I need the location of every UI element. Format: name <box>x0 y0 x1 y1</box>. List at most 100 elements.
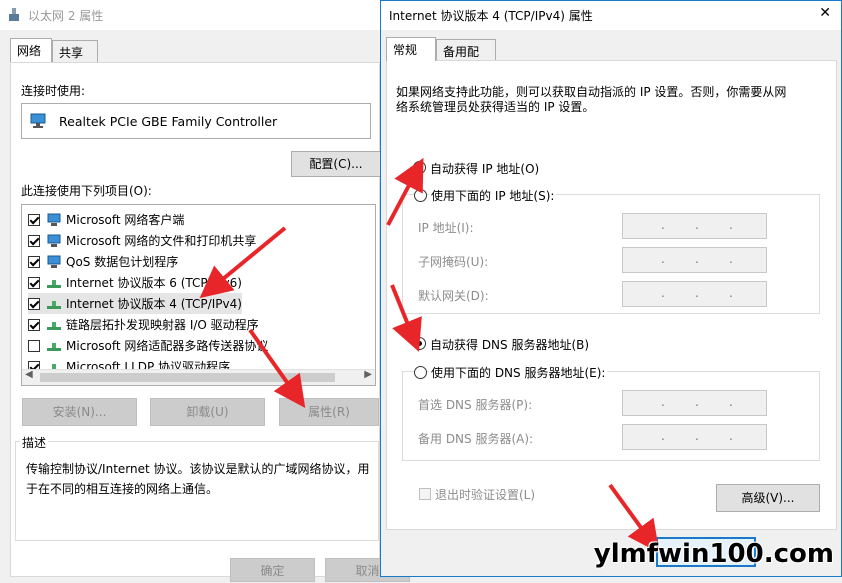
item-checkbox[interactable] <box>28 234 40 247</box>
close-icon[interactable]: ✕ <box>819 5 831 21</box>
network-adapter-icon <box>9 8 19 21</box>
manual-dns-label[interactable]: 使用下面的 DNS 服务器地址(E): <box>429 364 608 381</box>
ipv4-properties-dialog: Internet 协议版本 4 (TCP/IPv4) 属性 ✕ 常规 备用配置 … <box>380 0 842 577</box>
list-item[interactable]: Microsoft 网络的文件和打印机共享 <box>28 230 256 251</box>
ip-separator: . <box>661 395 665 409</box>
horizontal-scrollbar[interactable]: ◀ ▶ <box>22 369 375 385</box>
ip-address-field[interactable]: ... <box>622 213 767 239</box>
item-label: Microsoft 网络客户端 <box>66 213 185 227</box>
qos-icon <box>47 255 61 268</box>
item-checkbox[interactable] <box>28 318 40 331</box>
ip-separator: . <box>695 286 699 300</box>
subnet-mask-label: 子网掩码(U): <box>418 255 489 269</box>
uninstall-button[interactable]: 卸载(U) <box>150 398 265 426</box>
connect-using-label: 连接时使用: <box>21 84 86 98</box>
ip-separator: . <box>661 429 665 443</box>
back-panel: 连接时使用: Realtek PCIe GBE Family Controlle… <box>10 62 381 577</box>
default-gateway-label: 默认网关(D): <box>418 289 489 303</box>
ip-separator: . <box>695 395 699 409</box>
scroll-thumb[interactable] <box>40 373 335 382</box>
scroll-left-icon[interactable]: ◀ <box>25 369 33 380</box>
description-text-line-2: 于在不同的相互连接的网络上通信。 <box>26 482 219 496</box>
ip-separator: . <box>729 429 733 443</box>
auto-dns-radio[interactable] <box>413 337 426 350</box>
item-checkbox[interactable] <box>28 339 40 352</box>
ip-separator: . <box>695 218 699 232</box>
item-label: 链路层拓扑发现映射器 I/O 驱动程序 <box>66 318 259 332</box>
manual-dns-group: 使用下面的 DNS 服务器地址(E): 首选 DNS 服务器(P): ... 备… <box>402 364 820 461</box>
properties-button[interactable]: 属性(R) <box>279 398 379 426</box>
scroll-right-icon[interactable]: ▶ <box>364 369 372 380</box>
list-item[interactable]: 链路层拓扑发现映射器 I/O 驱动程序 <box>28 314 259 335</box>
tab-network[interactable]: 网络 <box>10 38 52 62</box>
item-label: Microsoft 网络适配器多路传送器协议 <box>66 339 269 353</box>
adapter-field: Realtek PCIe GBE Family Controller <box>21 103 371 139</box>
ip-separator: . <box>729 218 733 232</box>
item-checkbox[interactable] <box>28 213 40 226</box>
validate-on-exit-checkbox[interactable] <box>419 488 431 500</box>
auto-dns-label[interactable]: 自动获得 DNS 服务器地址(B) <box>430 336 589 353</box>
item-label: Microsoft 网络的文件和打印机共享 <box>66 234 257 248</box>
front-titlebar: Internet 协议版本 4 (TCP/IPv4) 属性 ✕ <box>381 1 841 30</box>
watermark: ylmfwin100.com <box>593 539 834 569</box>
item-label: Internet 协议版本 6 (TCP/IPv6) <box>66 276 242 290</box>
manual-dns-radio[interactable] <box>414 366 427 379</box>
general-panel: 如果网络支持此功能，则可以获取自动指派的 IP 设置。否则，你需要从网 络系统管… <box>386 60 837 530</box>
protocol-icon <box>47 300 61 309</box>
file-share-icon <box>47 234 61 247</box>
ip-separator: . <box>661 286 665 300</box>
description-label: 描述 <box>20 434 49 451</box>
item-checkbox[interactable] <box>28 276 40 289</box>
front-dialog-title: Internet 协议版本 4 (TCP/IPv4) 属性 <box>389 9 593 23</box>
ip-separator: . <box>695 252 699 266</box>
tab-general[interactable]: 常规 <box>386 37 436 61</box>
ip-separator: . <box>729 286 733 300</box>
install-button[interactable]: 安装(N)... <box>22 398 137 426</box>
item-label: QoS 数据包计划程序 <box>66 255 179 269</box>
items-list[interactable]: Microsoft 网络客户端 Microsoft 网络的文件和打印机共享 QoS … <box>21 204 376 386</box>
protocol-icon <box>47 279 61 288</box>
intro-line-2: 络系统管理员处获得适当的 IP 设置。 <box>396 100 595 114</box>
tab-sharing[interactable]: 共享 <box>52 40 98 62</box>
ip-separator: . <box>729 395 733 409</box>
auto-ip-label[interactable]: 自动获得 IP 地址(O) <box>430 160 539 177</box>
ip-separator: . <box>661 252 665 266</box>
description-group: 描述 传输控制协议/Internet 协议。该协议是默认的广域网络协议，用 于在… <box>15 434 379 541</box>
item-label: Internet 协议版本 4 (TCP/IPv4) <box>66 297 242 311</box>
ip-separator: . <box>729 252 733 266</box>
adapter-name: Realtek PCIe GBE Family Controller <box>59 114 278 129</box>
ip-separator: . <box>695 429 699 443</box>
auto-ip-radio[interactable] <box>413 161 426 174</box>
alternate-dns-field[interactable]: ... <box>622 424 767 450</box>
advanced-button[interactable]: 高级(V)... <box>716 484 820 512</box>
list-item[interactable]: Internet 协议版本 6 (TCP/IPv6) <box>28 272 242 293</box>
manual-ip-group: 使用下面的 IP 地址(S): IP 地址(I): ... 子网掩码(U): .… <box>402 187 820 314</box>
tab-alternate-config[interactable]: 备用配置 <box>436 39 496 76</box>
network-client-icon <box>47 213 61 226</box>
subnet-mask-field[interactable]: ... <box>622 247 767 273</box>
ip-address-label: IP 地址(I): <box>418 221 474 235</box>
preferred-dns-label: 首选 DNS 服务器(P): <box>418 398 533 412</box>
list-item[interactable]: Internet 协议版本 4 (TCP/IPv4) <box>28 293 242 314</box>
configure-button[interactable]: 配置(C)... <box>291 151 381 177</box>
preferred-dns-field[interactable]: ... <box>622 390 767 416</box>
ip-separator: . <box>661 218 665 232</box>
back-dialog-title: 以太网 2 属性 <box>28 9 104 23</box>
back-titlebar: 以太网 2 属性 <box>0 0 385 30</box>
description-text-line-1: 传输控制协议/Internet 协议。该协议是默认的广域网络协议，用 <box>26 462 370 476</box>
item-checkbox[interactable] <box>28 255 40 268</box>
validate-on-exit-label[interactable]: 退出时验证设置(L) <box>435 486 535 503</box>
manual-ip-label[interactable]: 使用下面的 IP 地址(S): <box>429 187 557 204</box>
list-item[interactable]: Microsoft 网络客户端 <box>28 209 184 230</box>
alternate-dns-label: 备用 DNS 服务器(A): <box>418 432 534 446</box>
protocol-icon <box>47 321 61 330</box>
adapter-icon <box>30 113 46 128</box>
default-gateway-field[interactable]: ... <box>622 281 767 307</box>
protocol-icon <box>47 342 61 351</box>
ok-button[interactable]: 确定 <box>230 558 315 582</box>
list-item[interactable]: Microsoft 网络适配器多路传送器协议 <box>28 335 268 356</box>
item-checkbox[interactable] <box>28 297 40 310</box>
list-item[interactable]: QoS 数据包计划程序 <box>28 251 178 272</box>
ethernet-properties-dialog: 以太网 2 属性 网络 共享 连接时使用: Realtek PCIe GBE F… <box>0 0 410 582</box>
manual-ip-radio[interactable] <box>414 189 427 202</box>
